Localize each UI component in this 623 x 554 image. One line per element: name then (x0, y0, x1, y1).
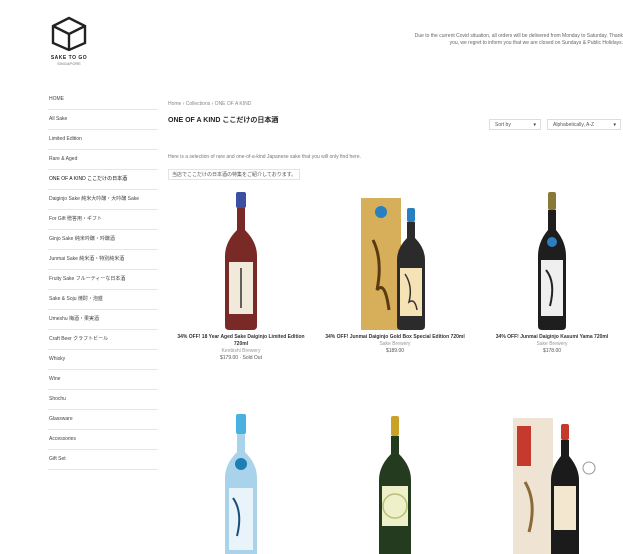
sidebar-item-all-sake[interactable]: All Sake (48, 110, 158, 130)
sidebar-item-shochu[interactable]: Shochu (48, 390, 158, 410)
sidebar-item-soju[interactable]: Sake & Soju 焼酎・泡盛 (48, 290, 158, 310)
product-card[interactable]: 34% OFF! Junmai Daiginjo Kasumi Yama 720… (482, 190, 622, 355)
sort-select-label: Sort by (495, 122, 511, 128)
sake-bottle-icon (225, 414, 257, 554)
chevron-down-icon: ▾ (613, 122, 616, 128)
sort-order-select[interactable]: Alphabetically, A-Z ▾ (547, 119, 621, 130)
store-logo[interactable]: SAKE TO GO SINGAPORE (49, 16, 89, 66)
sidebar-item-gift-set[interactable]: Gift Set (48, 450, 158, 470)
product-card[interactable]: 34% OFF! 18 Year Aged Sake Daiginjo Limi… (171, 190, 311, 362)
product-name[interactable]: 34% OFF! Junmai Daiginjo Kasumi Yama 720… (482, 334, 622, 341)
sake-bottle-with-box-icon (361, 198, 425, 330)
product-card[interactable] (171, 412, 311, 554)
sidebar-item-daiginjo[interactable]: Daiginjo Sake 純米大吟醸・大吟醸 Sake (48, 190, 158, 210)
product-image[interactable] (325, 412, 465, 554)
product-card[interactable] (325, 412, 465, 554)
product-image[interactable] (171, 190, 311, 332)
collection-description: Here is a selection of rare and one-of-a… (168, 154, 361, 160)
sidebar-item-wine[interactable]: Wine (48, 370, 158, 390)
sidebar-item-home[interactable]: HOME (48, 90, 158, 110)
cube-logo-icon (51, 16, 87, 52)
product-price: $178.00 (542, 348, 562, 354)
logo-subtitle: SINGAPORE (57, 61, 81, 66)
shipping-notice: Due to the current Covid situation, all … (333, 33, 623, 47)
page: SAKE TO GO SINGAPORE Due to the current … (0, 0, 623, 554)
product-image[interactable] (171, 412, 311, 554)
collection-tagline: 当店でここだけの日本酒の特集をご紹介しております。 (168, 169, 301, 180)
sidebar-item-umeshu[interactable]: Umeshu 梅酒・果実酒 (48, 310, 158, 330)
sake-bottle-icon (225, 192, 257, 330)
product-image[interactable] (482, 190, 622, 332)
product-card[interactable]: 34% OFF! Junmai Daiginjo Gold Box Specia… (325, 190, 465, 355)
product-image[interactable] (325, 190, 465, 332)
sidebar-item-craft-beer[interactable]: Craft Beer クラフトビール (48, 330, 158, 350)
sake-bottle-icon (538, 192, 566, 330)
product-image[interactable] (482, 412, 622, 554)
product-card[interactable] (482, 412, 622, 554)
sort-order-label: Alphabetically, A-Z (553, 122, 595, 128)
breadcrumb[interactable]: Home › Collections › ONE OF A KIND (168, 101, 251, 107)
sidebar-item-for-gift[interactable]: For Gift 贈答用・ギフト (48, 210, 158, 230)
sidebar-item-glassware[interactable]: Glassware (48, 410, 158, 430)
product-price: $189.00 (385, 348, 405, 354)
sidebar-item-fruity[interactable]: Fruity Sake フルーティーな日本酒 (48, 270, 158, 290)
product-vendor: Sake Brewery (379, 341, 411, 347)
sidebar-item-one-of-a-kind[interactable]: ONE OF A KIND ここだけの日本酒 (48, 170, 158, 190)
sidebar-item-ginjo[interactable]: Ginjo Sake 純米吟醸・吟醸酒 (48, 230, 158, 250)
sidebar-item-rare-aged[interactable]: Rare & Aged (48, 150, 158, 170)
sort-select[interactable]: Sort by ▾ (489, 119, 541, 130)
sidebar-item-junmai[interactable]: Junmai Sake 純米酒・特別純米酒 (48, 250, 158, 270)
page-title: ONE OF A KIND ここだけの日本酒 (168, 117, 279, 124)
product-name[interactable]: 34% OFF! 18 Year Aged Sake Daiginjo Limi… (171, 334, 311, 348)
notice-line-2: you, we regret to inform you that we are… (449, 40, 623, 46)
product-vendor: Kenbishi Brewery (221, 348, 261, 354)
notice-line-1: Due to the current Covid situation, all … (414, 33, 623, 39)
product-vendor: Sake Brewery (536, 341, 568, 347)
sake-bottle-with-box-icon (513, 418, 596, 554)
product-name[interactable]: 34% OFF! Junmai Daiginjo Gold Box Specia… (325, 334, 465, 341)
chevron-down-icon: ▾ (533, 122, 536, 128)
sidebar-item-accessories[interactable]: Accessories (48, 430, 158, 450)
sidebar-item-limited-edition[interactable]: Limited Edition (48, 130, 158, 150)
product-price: $179.00 · Sold Out (220, 355, 262, 361)
sidebar-item-whisky[interactable]: Whisky (48, 350, 158, 370)
sidebar-nav: HOME All Sake Limited Edition Rare & Age… (48, 90, 158, 470)
sake-bottle-icon (379, 416, 411, 554)
